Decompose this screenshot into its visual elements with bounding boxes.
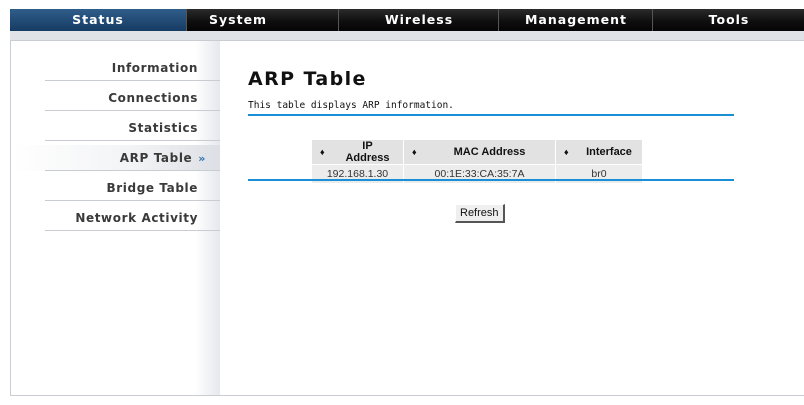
nav-tab-system[interactable]: System [186, 9, 338, 31]
sidebar-item-label: Statistics [128, 121, 198, 135]
sort-icon: ♦ [320, 147, 325, 157]
sidebar-item-label: Network Activity [75, 211, 198, 225]
top-bar: Status System Wireless Management Tools [0, 0, 804, 33]
column-header-interface[interactable]: ♦ Interface [555, 139, 643, 165]
title-divider [248, 114, 734, 116]
sidebar-item-label: ARP Table [119, 151, 193, 165]
sidebar-item-connections[interactable]: Connections [11, 85, 220, 111]
column-header-label: Interface [586, 146, 632, 158]
sidebar-item-label: Bridge Table [106, 181, 198, 195]
column-header-mac-address[interactable]: ♦ MAC Address [403, 139, 556, 165]
refresh-button[interactable]: Refresh [455, 204, 505, 223]
nav-underline-strip [10, 31, 804, 40]
nav-tab-wireless[interactable]: Wireless [338, 9, 499, 31]
arp-table: ♦ IP Address ♦ MAC Address ♦ Interface 192.… [311, 139, 643, 184]
column-header-ip-address[interactable]: ♦ IP Address [311, 139, 404, 165]
column-header-label: IP Address [345, 140, 390, 164]
page-title: ARP Table [248, 68, 367, 90]
sidebar-item-arp-table[interactable]: ARP Table » [11, 145, 220, 171]
nav-tab-status[interactable]: Status [10, 9, 186, 31]
sidebar-item-statistics[interactable]: Statistics [11, 115, 220, 141]
sidebar-item-label: Connections [108, 91, 198, 105]
sidebar-item-label: Information [111, 61, 198, 75]
table-header-row: ♦ IP Address ♦ MAC Address ♦ Interface [311, 139, 643, 165]
main-nav: Status System Wireless Management Tools [10, 9, 804, 31]
page-description: This table displays ARP information. [248, 100, 454, 111]
table-divider [248, 179, 734, 181]
sidebar-item-information[interactable]: Information [11, 55, 220, 81]
active-arrow-icon: » [198, 152, 206, 165]
column-header-label: MAC Address [453, 146, 526, 158]
sort-icon: ♦ [564, 147, 569, 157]
nav-tab-tools[interactable]: Tools [652, 9, 804, 31]
sidebar-item-bridge-table[interactable]: Bridge Table [11, 175, 220, 201]
sort-icon: ♦ [412, 147, 417, 157]
sidebar: Information Connections Statistics ARP T… [11, 41, 220, 395]
sidebar-item-network-activity[interactable]: Network Activity [11, 205, 220, 231]
nav-tab-management[interactable]: Management [498, 9, 653, 31]
